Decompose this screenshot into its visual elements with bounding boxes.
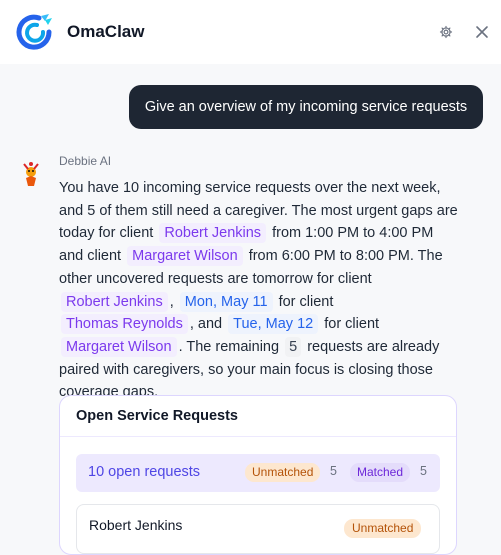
unmatched-badge: Unmatched xyxy=(245,463,321,482)
message-text: , xyxy=(169,293,174,310)
date-link[interactable]: Mon, May 11 xyxy=(179,291,273,312)
assistant-message: You have 10 incoming service requests ov… xyxy=(59,177,459,404)
matched-count: 5 xyxy=(420,464,427,478)
card-divider xyxy=(60,436,456,437)
close-icon xyxy=(476,26,488,38)
app-title: OmaClaw xyxy=(67,22,145,41)
client-link[interactable]: Robert Jenkins xyxy=(61,291,168,312)
gear-icon xyxy=(439,25,453,39)
matched-badge: Matched xyxy=(350,463,411,482)
message-text: . The remaining xyxy=(178,338,280,355)
user-message-bubble: Give an overview of my incoming service … xyxy=(129,85,483,129)
app-header: OmaClaw xyxy=(0,0,501,64)
requests-summary-row[interactable]: 10 open requests Unmatched 5 Matched 5 xyxy=(76,454,440,492)
client-link[interactable]: Robert Jenkins xyxy=(159,223,267,244)
client-link[interactable]: Thomas Reynolds xyxy=(61,314,188,335)
bot-avatar-icon xyxy=(23,162,39,186)
card-title: Open Service Requests xyxy=(76,408,238,424)
settings-button[interactable] xyxy=(436,22,456,42)
user-message-text: Give an overview of my incoming service … xyxy=(144,99,468,115)
message-text: for client xyxy=(278,293,334,310)
date-link[interactable]: Tue, May 12 xyxy=(228,314,319,335)
request-client-name: Robert Jenkins xyxy=(89,517,183,533)
count-chip: 5 xyxy=(285,336,302,357)
omaclaw-logo-icon xyxy=(16,14,52,50)
close-button[interactable] xyxy=(472,22,492,42)
unmatched-count: 5 xyxy=(330,464,337,478)
client-link[interactable]: Margaret Wilson xyxy=(61,336,177,357)
assistant-name: Debbie AI xyxy=(59,154,112,168)
message-text: for client xyxy=(324,316,380,333)
open-requests-count: 10 open requests xyxy=(88,464,201,480)
client-link[interactable]: Margaret Wilson xyxy=(127,246,243,267)
message-text: , and xyxy=(189,316,223,333)
request-item[interactable]: Robert Jenkins Unmatched xyxy=(76,504,440,554)
request-status-badge: Unmatched xyxy=(344,519,422,538)
open-service-requests-card: Open Service Requests 10 open requests U… xyxy=(59,395,457,555)
